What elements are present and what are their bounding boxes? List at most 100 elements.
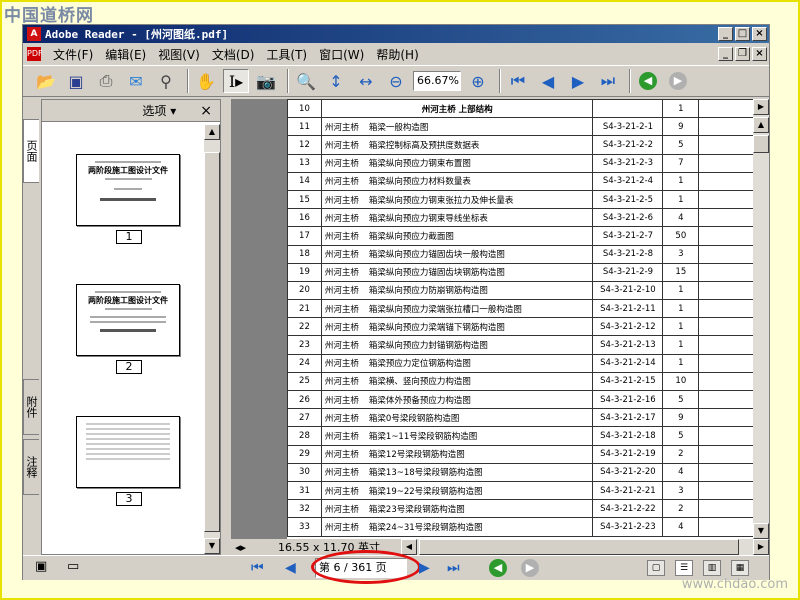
sheet-count: 9 <box>662 117 700 137</box>
thumbnail-scrollbar[interactable]: ▲ ▼ <box>204 124 220 554</box>
bridge-name: 州河主桥 <box>324 359 359 370</box>
drawing-title: 州河主桥 箱梁纵向预应力封锚钢筋构造图 <box>320 335 594 355</box>
zoom-in-icon[interactable]: 🔍 <box>293 69 319 93</box>
row-title: 州河主桥 上部结构 <box>320 99 594 119</box>
snapshot-camera-icon[interactable]: 📷 <box>253 69 279 93</box>
page-thumbnail-3[interactable] <box>76 416 180 488</box>
toolbar-separator <box>187 69 189 93</box>
page-thumbnail-2[interactable]: 两阶段施工图设计文件 <box>76 284 180 356</box>
drawing-code <box>592 99 664 119</box>
empty-cell <box>698 426 757 446</box>
expand-icon[interactable]: ◂▸ <box>235 541 246 554</box>
status-next-page-icon[interactable]: ▶ <box>419 560 430 576</box>
screen-icon[interactable]: ▣ <box>35 559 47 574</box>
fit-width-icon[interactable]: ↔ <box>353 69 379 93</box>
save-disk-icon[interactable]: ▣ <box>63 69 89 93</box>
select-text-icon[interactable]: I▸ <box>223 69 249 93</box>
fit-page-icon[interactable]: ↕ <box>323 69 349 93</box>
continuous-facing-layout-icon[interactable]: ▦ <box>731 560 749 576</box>
doc-close-button[interactable]: × <box>752 47 767 61</box>
drawing-name: 箱梁纵向预应力材料数量表 <box>368 177 471 188</box>
maximize-button[interactable]: □ <box>735 27 750 41</box>
scroll-thumb[interactable] <box>419 539 739 555</box>
zoom-out-icon[interactable]: ⊖ <box>383 69 409 93</box>
last-page-icon[interactable]: ⏭ <box>595 69 621 93</box>
menu-file[interactable]: 文件(F) <box>47 46 99 63</box>
table-row: 15 州河主桥 箱梁纵向预应力钢束张拉力及伸长量表 S4-3-21-2-5 1 <box>287 189 757 210</box>
menu-document[interactable]: 文档(D) <box>206 46 261 63</box>
menu-tools[interactable]: 工具(T) <box>260 46 313 63</box>
zoom-plus-icon[interactable]: ⊕ <box>465 69 491 93</box>
horizontal-scrollbar[interactable]: ◀ ▶ <box>401 539 769 555</box>
print-icon[interactable]: ⎙ <box>93 69 119 93</box>
scroll-thumb[interactable] <box>204 152 220 532</box>
options-menu[interactable]: 选项 ▾ <box>142 102 176 119</box>
drawing-title: 州河主桥 箱梁纵向预应力梁端锚下钢筋构造图 <box>320 317 594 337</box>
prev-page-icon[interactable]: ◀ <box>535 69 561 93</box>
drawing-title: 州河主桥 箱梁24~31号梁段钢筋构造图 <box>320 517 594 537</box>
continuous-layout-icon[interactable]: ☰ <box>675 560 693 576</box>
hand-tool-icon[interactable]: ✋ <box>193 69 219 93</box>
empty-cell <box>698 444 757 464</box>
row-number: 30 <box>287 462 322 482</box>
drawing-code: S4-3-21-2-2 <box>592 135 664 155</box>
doc-restore-button[interactable]: ❐ <box>735 47 750 61</box>
empty-cell <box>698 153 757 173</box>
status-back-button[interactable]: ◀ <box>489 559 507 577</box>
scroll-down-icon[interactable]: ▼ <box>753 523 769 539</box>
drawing-name: 箱梁0号梁段钢筋构造图 <box>368 413 460 424</box>
forward-button[interactable]: ▶ <box>665 69 691 93</box>
status-bar: ▣ ▭ ⏮ ◀ 第 6 / 361 页 ▶ ⏭ ◀ ▶ ▢ ☰ ▥ ▦ <box>23 550 769 584</box>
status-last-page-icon[interactable]: ⏭ <box>447 560 460 576</box>
document-pdf-icon[interactable]: PDF <box>27 47 43 61</box>
panel-splitter[interactable] <box>223 99 229 555</box>
status-forward-button[interactable]: ▶ <box>521 559 539 577</box>
menu-help[interactable]: 帮助(H) <box>370 46 424 63</box>
scroll-left-icon[interactable]: ◀ <box>401 539 417 555</box>
first-page-icon[interactable]: ⏮ <box>505 69 531 93</box>
facing-layout-icon[interactable]: ▥ <box>703 560 721 576</box>
next-page-icon[interactable]: ▶ <box>565 69 591 93</box>
drawing-title: 州河主桥 箱梁纵向预应力防崩钢筋构造图 <box>320 280 594 301</box>
scroll-thumb[interactable] <box>753 135 769 153</box>
scroll-right-arrow-icon[interactable]: ▶ <box>753 99 769 115</box>
thumb-text-line <box>85 448 171 450</box>
table-row: 30 州河主桥 箱梁13~18号梁段钢筋构造图 S4-3-21-2-20 4 <box>287 462 757 482</box>
tab-pages[interactable]: 页面 <box>23 119 39 183</box>
drawing-name: 箱梁纵向预应力防崩钢筋构造图 <box>368 286 488 297</box>
menu-window[interactable]: 窗口(W) <box>313 46 370 63</box>
single-page-layout-icon[interactable]: ▢ <box>647 560 665 576</box>
doc-minimize-button[interactable]: _ <box>718 47 733 61</box>
status-first-page-icon[interactable]: ⏮ <box>251 560 264 576</box>
drawing-name: 箱梁纵向预应力梁端张拉槽口一般构造图 <box>368 304 522 315</box>
scroll-up-icon[interactable]: ▲ <box>753 117 769 133</box>
thumb-text-line <box>85 423 171 425</box>
drawing-title: 州河主桥 箱梁控制标高及预拱度数据表 <box>320 135 594 155</box>
panel-toggle-icon[interactable]: ▭ <box>67 559 79 574</box>
zoom-level-input[interactable]: 66.67% <box>413 71 461 91</box>
row-number: 24 <box>287 353 322 373</box>
close-panel-icon[interactable]: × <box>200 103 212 119</box>
menu-edit[interactable]: 编辑(E) <box>99 46 152 63</box>
status-prev-page-icon[interactable]: ◀ <box>285 560 296 576</box>
thumb-text-line <box>99 198 157 201</box>
tab-attachments[interactable]: 附件 <box>23 379 39 435</box>
drawing-name: 箱梁横、竖向预应力构造图 <box>368 377 471 388</box>
document-scrollbar[interactable]: ▶ ▲ ▼ <box>753 99 769 539</box>
drawing-title: 州河主桥 箱梁1~11号梁段钢筋构造图 <box>320 426 594 446</box>
sheet-count: 1 <box>662 353 700 373</box>
search-binoculars-icon[interactable]: ⚲ <box>153 69 179 93</box>
tab-comments[interactable]: 注释 <box>23 439 39 495</box>
back-button[interactable]: ◀ <box>635 69 661 93</box>
email-icon[interactable]: ✉ <box>123 69 149 93</box>
close-window-button[interactable]: × <box>752 27 767 41</box>
open-folder-icon[interactable]: 📂 <box>33 69 59 93</box>
minimize-button[interactable]: _ <box>718 27 733 41</box>
bridge-name: 州河主桥 <box>324 195 359 206</box>
scroll-up-icon[interactable]: ▲ <box>204 124 220 140</box>
scroll-right-icon[interactable]: ▶ <box>753 539 769 555</box>
menu-view[interactable]: 视图(V) <box>152 46 206 63</box>
document-view: 10 州河主桥 上部结构 1 11 州河主桥 箱梁一般构造图 S4-3-21-2-1 9… <box>231 99 769 539</box>
page-thumbnail-1[interactable]: 两阶段施工图设计文件 <box>76 154 180 226</box>
scroll-down-icon[interactable]: ▼ <box>204 538 220 554</box>
